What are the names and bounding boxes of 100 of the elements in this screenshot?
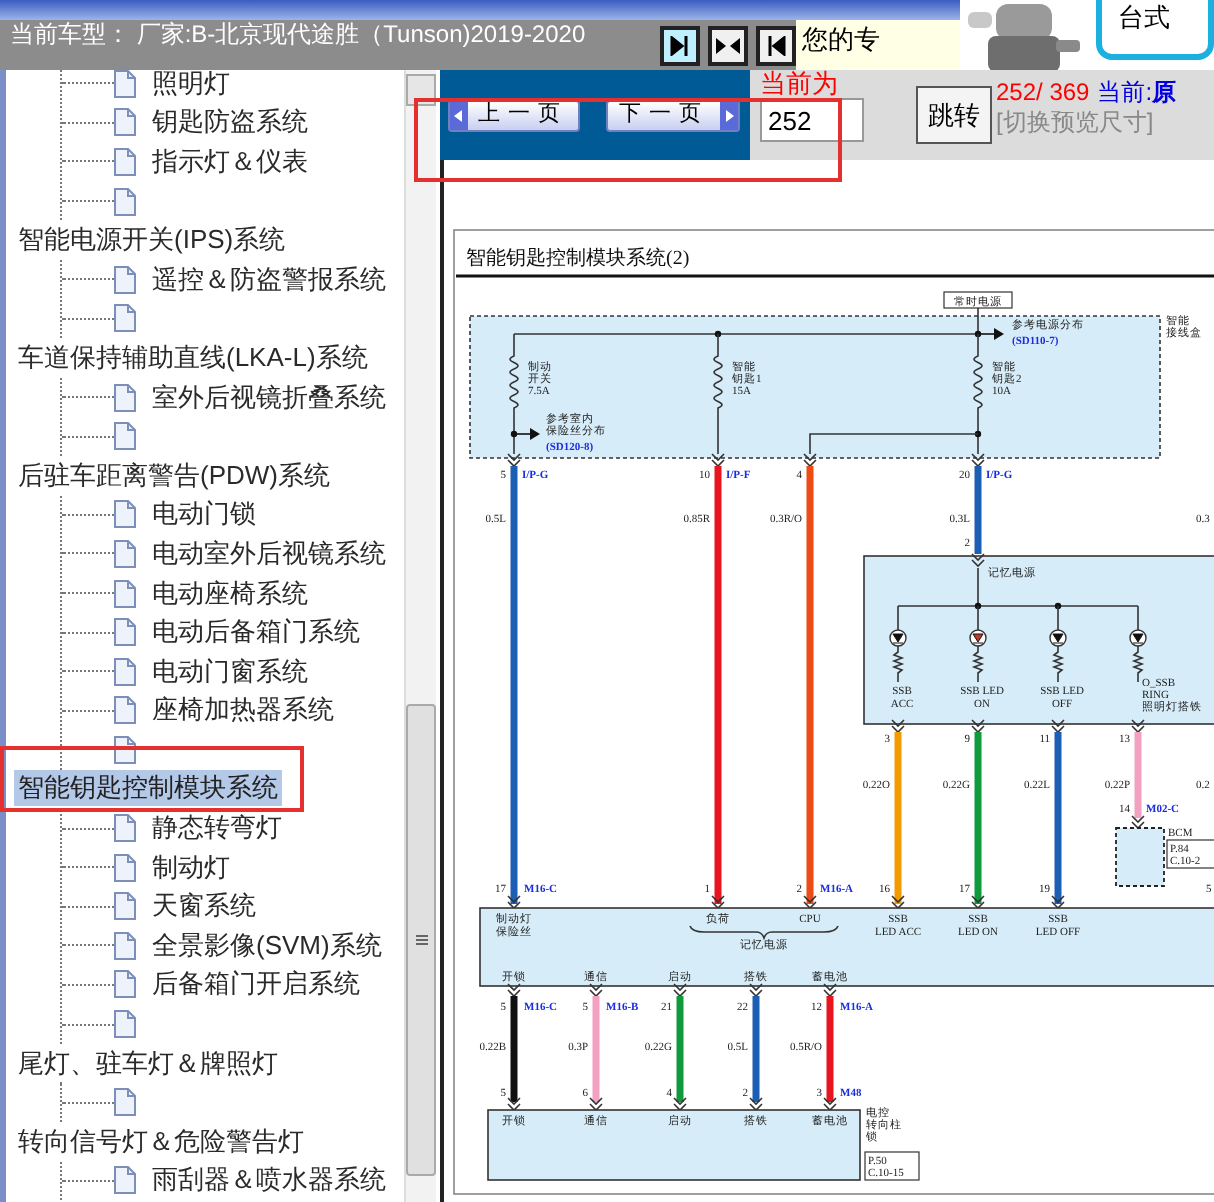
tree-item[interactable]: 室外后视镜折叠系统 [150, 379, 388, 416]
tree-category[interactable]: 后驻车距离警告(PDW)系统 [14, 457, 334, 494]
diagram-title: 智能钥匙控制模块系统(2) [466, 248, 690, 270]
tree-category[interactable]: 转向信号灯＆危险警告灯 [14, 1123, 308, 1160]
terminal-icon [971, 553, 985, 568]
tree-item[interactable]: 电动门锁 [150, 496, 258, 533]
terminal-icon [803, 453, 817, 468]
fuse-icon [713, 333, 723, 455]
led-drawing [1049, 605, 1067, 683]
tree-item[interactable]: 雨刮器＆喷水器系统 [150, 1162, 388, 1199]
document-icon [114, 147, 136, 176]
tree-category[interactable]: 智能钥匙控制模块系统 [14, 770, 282, 807]
current-value: 原 [1152, 78, 1177, 106]
expand-panel-button[interactable] [660, 25, 700, 65]
terminal-icon [749, 983, 763, 998]
tree-item[interactable]: 电动门窗系统 [150, 653, 310, 690]
terminal-icon [589, 983, 603, 998]
junction-icon [1054, 602, 1062, 610]
brace-icon [689, 925, 839, 939]
document-icon [114, 304, 136, 333]
document-icon [114, 853, 136, 882]
scrollbar-thumb[interactable] [406, 704, 436, 1176]
terminal-icon [891, 719, 905, 734]
tree-item[interactable]: 全景影像(SVM)系统 [150, 927, 384, 964]
terminal-icon [1051, 895, 1065, 910]
terminal-icon [507, 895, 521, 910]
terminal-icon [673, 983, 687, 998]
arrow-icon [513, 428, 540, 440]
module-box [1115, 827, 1165, 887]
terminal-icon [749, 1097, 763, 1112]
tree-item[interactable]: 天窗系统 [150, 888, 258, 925]
tree-category[interactable]: 车道保持辅助直线(LKA-L)系统 [14, 339, 372, 376]
document-icon [114, 1010, 136, 1039]
terminal-icon [971, 895, 985, 910]
terminal-icon [803, 895, 817, 910]
double-arrow-icon [716, 35, 740, 55]
split-view-button[interactable] [708, 25, 748, 65]
jump-button[interactable]: 跳转 [916, 86, 992, 144]
fuse-icon [973, 333, 983, 455]
terminal-icon [673, 1097, 687, 1112]
terminal-icon [711, 895, 725, 910]
corner-banner: 台式 [1096, 0, 1214, 60]
notice-text: 您的专 [796, 20, 960, 70]
arrow-icon [977, 328, 1004, 340]
document-icon [114, 970, 136, 999]
terminal-icon [823, 1097, 837, 1112]
junction-icon [974, 430, 982, 438]
document-icon [114, 500, 136, 529]
tree-item[interactable]: 照明灯 [150, 70, 232, 102]
tree-category[interactable]: 智能电源开关(IPS)系统 [14, 222, 290, 259]
tree-item[interactable]: 电动座椅系统 [150, 575, 310, 612]
document-icon [114, 383, 136, 412]
terminal-icon [971, 453, 985, 468]
vehicle-model-text: 当前车型： 厂家:B-北京现代途胜（Tunson)2019-2020 [8, 20, 588, 52]
document-icon [114, 539, 136, 568]
document-icon [114, 108, 136, 137]
document-icon [114, 696, 136, 725]
page-count: 252/ 369 [996, 78, 1090, 106]
collapse-panel-button[interactable] [756, 25, 796, 65]
terminal-icon [1131, 815, 1145, 830]
scrollbar[interactable] [404, 70, 436, 1202]
document-icon [114, 931, 136, 960]
tree-item[interactable]: 座椅加热器系统 [150, 692, 336, 729]
tree-item[interactable]: 钥匙防盗系统 [150, 104, 310, 141]
terminal-icon [711, 453, 725, 468]
terminal-icon [589, 1097, 603, 1112]
terminal-icon [891, 895, 905, 910]
tree-item[interactable]: 遥控＆防盗警报系统 [150, 261, 388, 298]
tree-item[interactable]: 制动灯 [150, 849, 232, 886]
current-page-label: 当前为 [760, 70, 840, 96]
terminal-icon [507, 1097, 521, 1112]
led-drawing [969, 605, 987, 683]
tree-category[interactable]: 尾灯、驻车灯＆牌照灯 [14, 1045, 282, 1082]
tree-item[interactable]: 电动后备箱门系统 [150, 614, 362, 651]
tree-item[interactable]: 指示灯＆仪表 [150, 143, 310, 180]
tree-item[interactable]: 静态转弯灯 [150, 810, 284, 847]
current-label: 当前: [1097, 78, 1153, 106]
junction-icon [974, 602, 982, 610]
document-icon [114, 892, 136, 921]
arrow-to-bar-icon [670, 35, 690, 55]
terminal-icon [971, 719, 985, 734]
document-icon [114, 1088, 136, 1117]
led-drawing [889, 605, 907, 683]
fuse-icon [509, 333, 519, 455]
terminal-icon [1051, 719, 1065, 734]
document-icon [114, 1166, 136, 1195]
document-icon [114, 657, 136, 686]
document-icon [114, 187, 136, 216]
tree-item[interactable]: 电动室外后视镜系统 [150, 535, 388, 572]
document-icon [114, 618, 136, 647]
tree-item[interactable]: 后备箱门开启系统 [150, 966, 362, 1003]
grip-icon [415, 934, 427, 946]
document-icon [114, 579, 136, 608]
terminal-icon [823, 983, 837, 998]
document-icon [114, 814, 136, 843]
arrow-to-bar-icon [766, 35, 786, 55]
document-icon [114, 422, 136, 451]
junction-icon [510, 430, 518, 438]
terminal-icon [1131, 719, 1145, 734]
document-icon [114, 265, 136, 294]
